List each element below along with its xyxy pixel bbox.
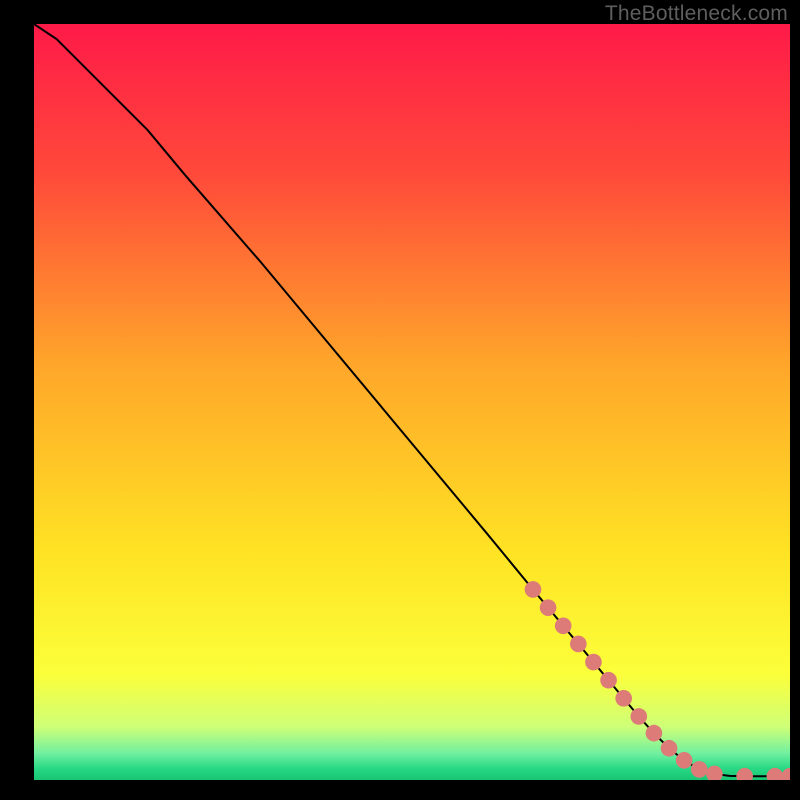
marker-dot — [570, 636, 587, 653]
marker-dot — [555, 617, 572, 634]
marker-dot — [540, 599, 557, 616]
marker-dot — [676, 752, 693, 769]
marker-dot — [600, 672, 617, 689]
marker-dot — [525, 581, 542, 598]
marker-dot — [585, 654, 602, 671]
marker-dot — [661, 740, 678, 757]
chart-plot — [34, 24, 790, 780]
marker-dot — [630, 708, 647, 725]
marker-dot — [691, 761, 708, 778]
chart-background — [34, 24, 790, 780]
chart-svg — [34, 24, 790, 780]
chart-stage: TheBottleneck.com — [0, 0, 800, 800]
marker-dot — [646, 725, 663, 742]
watermark-text: TheBottleneck.com — [605, 2, 788, 26]
marker-dot — [615, 690, 632, 707]
